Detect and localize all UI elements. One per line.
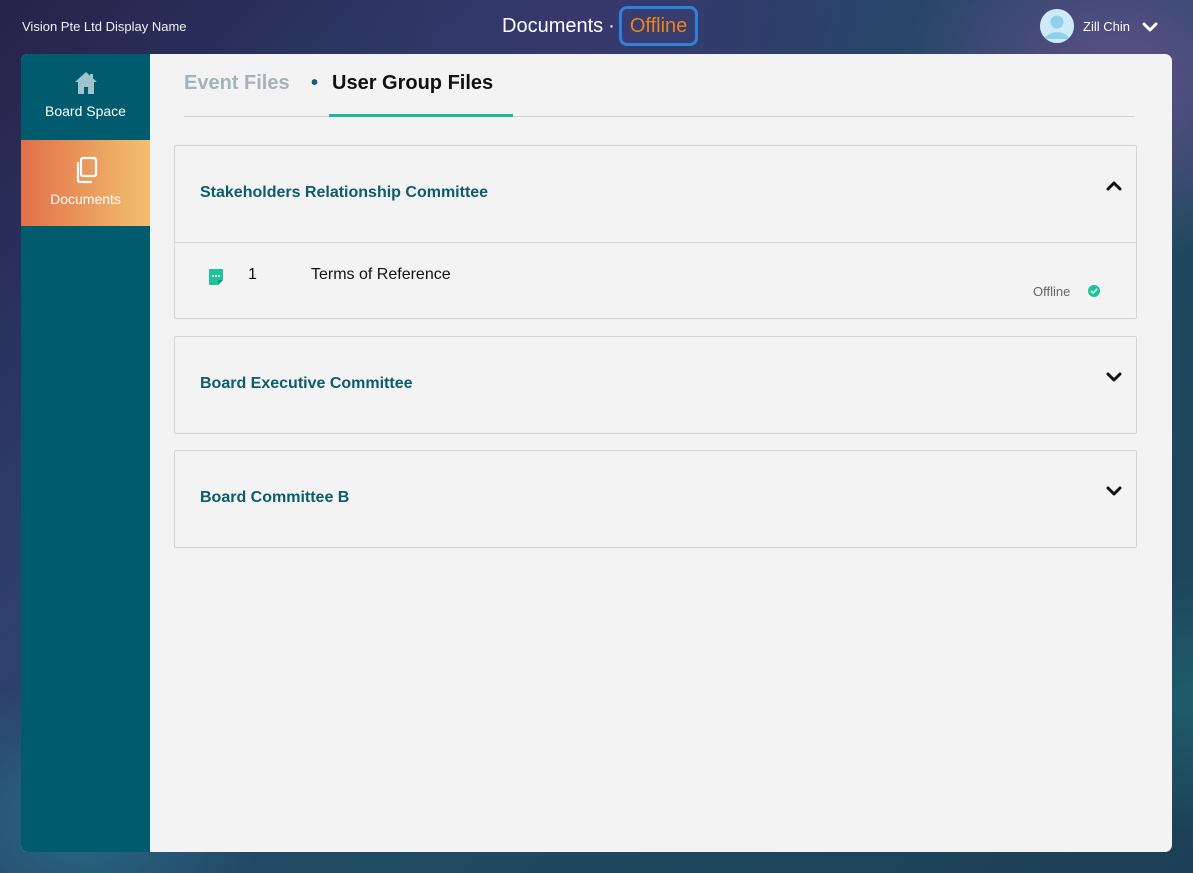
annotation-note-icon bbox=[209, 269, 223, 285]
group-title: Board Executive Committee bbox=[200, 375, 413, 392]
top-bar: Vision Pte Ltd Display Name Documents · … bbox=[0, 0, 1193, 54]
page-title-area: Documents · Offline bbox=[502, 6, 699, 46]
group-header[interactable]: Board Executive Committee bbox=[175, 337, 1136, 433]
content-area: Event Files • User Group Files Stakehold… bbox=[150, 54, 1172, 852]
tab-user-group-files[interactable]: User Group Files bbox=[332, 72, 493, 95]
sidebar-item-board-space[interactable]: Board Space bbox=[21, 54, 150, 140]
tab-separator: • bbox=[311, 72, 319, 94]
sidebar-item-documents[interactable]: Documents bbox=[21, 140, 150, 226]
title-separator: · bbox=[608, 14, 615, 37]
user-avatar-icon bbox=[1040, 9, 1074, 43]
offline-status-badge: Offline bbox=[618, 6, 699, 46]
group-panel: Stakeholders Relationship Committee 1 Te… bbox=[174, 145, 1137, 319]
group-panel: Board Committee B bbox=[174, 450, 1137, 548]
document-title[interactable]: Terms of Reference bbox=[311, 266, 451, 284]
sidebar-item-label: Board Space bbox=[45, 103, 126, 119]
document-status-label: Offline bbox=[1033, 284, 1071, 299]
user-menu[interactable]: Zill Chin bbox=[1040, 9, 1158, 43]
chevron-down-icon[interactable] bbox=[1106, 485, 1122, 497]
check-circle-icon bbox=[1088, 285, 1100, 297]
sidebar: Board Space Documents bbox=[21, 54, 150, 852]
home-icon bbox=[74, 72, 97, 94]
group-header[interactable]: Stakeholders Relationship Committee bbox=[175, 146, 1136, 242]
chevron-down-icon[interactable] bbox=[1106, 371, 1122, 383]
avatar[interactable] bbox=[1040, 9, 1074, 43]
chevron-up-icon[interactable] bbox=[1106, 180, 1122, 192]
group-title: Stakeholders Relationship Committee bbox=[200, 184, 489, 201]
active-tab-indicator bbox=[329, 114, 513, 117]
document-number: 1 bbox=[248, 266, 257, 283]
documents-icon bbox=[76, 156, 97, 184]
group-title: Board Committee B bbox=[200, 489, 350, 506]
group-header[interactable]: Board Committee B bbox=[175, 451, 1136, 547]
user-name[interactable]: Zill Chin bbox=[1083, 19, 1130, 34]
list-item[interactable]: 1 Terms of Reference Offline bbox=[175, 243, 1136, 320]
group-body: 1 Terms of Reference Offline bbox=[175, 242, 1136, 319]
main-panel: Board Space Documents Event Files • User… bbox=[21, 54, 1172, 852]
chevron-down-icon[interactable] bbox=[1142, 21, 1158, 33]
tab-event-files[interactable]: Event Files bbox=[184, 72, 290, 95]
tab-bar: Event Files • User Group Files bbox=[184, 72, 1134, 117]
page-title: Documents bbox=[502, 14, 604, 37]
group-panel: Board Executive Committee bbox=[174, 336, 1137, 434]
sidebar-item-label: Documents bbox=[50, 191, 121, 207]
organization-name: Vision Pte Ltd Display Name bbox=[22, 19, 187, 34]
